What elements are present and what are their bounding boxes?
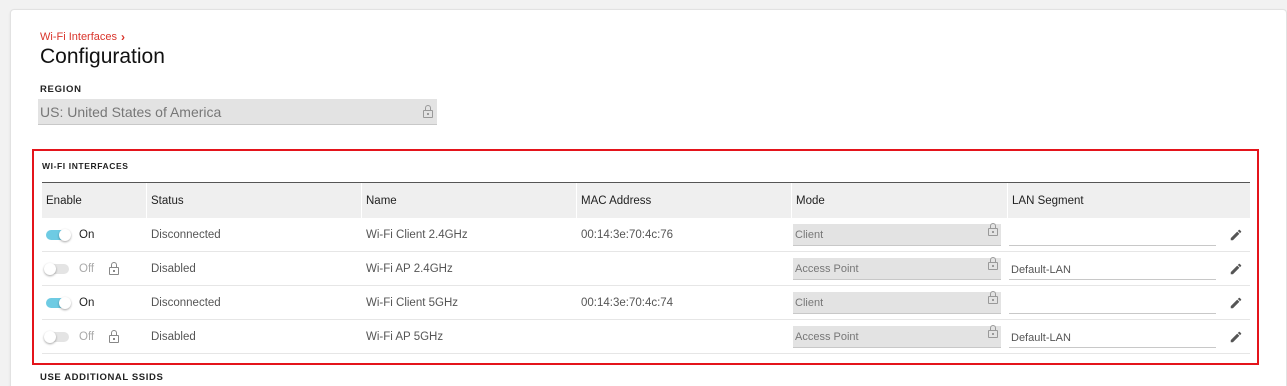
column-header-lan-segment: LAN Segment: [1012, 194, 1084, 207]
lan-segment-field[interactable]: [1009, 226, 1216, 246]
table-row: Off Disabled Wi-Fi AP 5GHz Access Point Defa…: [42, 320, 1250, 354]
status-cell: Disconnected: [151, 228, 221, 241]
pencil-icon[interactable]: [1229, 296, 1243, 310]
page-title: Configuration: [40, 45, 165, 68]
mac-cell: [577, 252, 792, 285]
lan-segment-field[interactable]: Default-LAN: [1009, 328, 1216, 348]
lock-icon: [988, 291, 998, 304]
status-cell: Disabled: [151, 262, 196, 275]
table-row: On Disconnected Wi-Fi Client 2.4GHz 00:14:3…: [42, 218, 1250, 252]
mode-field: Client: [793, 292, 1001, 314]
lock-icon: [423, 105, 433, 118]
toggle-knob: [44, 262, 56, 275]
breadcrumb-link[interactable]: Wi-Fi Interfaces: [40, 31, 117, 43]
column-header-mode: Mode: [792, 183, 1008, 218]
table-header: Enable Status Name MAC Address Mode LAN …: [42, 182, 1250, 218]
status-cell: Disconnected: [151, 296, 221, 309]
lock-icon: [988, 325, 998, 338]
pencil-icon[interactable]: [1229, 228, 1243, 242]
pencil-icon[interactable]: [1229, 262, 1243, 276]
toggle-label: On: [79, 228, 95, 241]
enable-cell: Off: [42, 320, 147, 353]
wifi-interfaces-label: WI-FI INTERFACES: [42, 161, 129, 171]
pencil-icon[interactable]: [1229, 330, 1243, 344]
enable-cell: On: [42, 286, 147, 319]
enable-cell: Off: [42, 252, 147, 285]
column-header-name: Name: [362, 183, 577, 218]
mac-cell: 00:14:3e:70:4c:74: [581, 296, 674, 309]
breadcrumb[interactable]: Wi-Fi Interfaces ›: [40, 31, 125, 43]
chevron-right-icon: ›: [121, 30, 126, 44]
table-body: On Disconnected Wi-Fi Client 2.4GHz 00:14:3…: [42, 218, 1250, 354]
table-row: On Disconnected Wi-Fi Client 5GHz 00:14:3e:…: [42, 286, 1250, 320]
region-field: US: United States of America: [38, 99, 437, 125]
toggle-label: On: [79, 296, 95, 309]
enable-toggle: [44, 330, 69, 343]
name-cell: Wi-Fi AP 5GHz: [366, 330, 444, 343]
mode-field: Access Point: [793, 326, 1001, 348]
column-header-mac-address: MAC Address: [577, 183, 792, 218]
enable-toggle[interactable]: [46, 296, 71, 309]
enable-cell: On: [42, 218, 147, 251]
mac-cell: 00:14:3e:70:4c:76: [581, 228, 674, 241]
toggle-knob: [44, 330, 56, 343]
table-row: Off Disabled Wi-Fi AP 2.4GHz Access Point De…: [42, 252, 1250, 286]
lock-icon: [988, 257, 998, 270]
toggle-label: Off: [79, 262, 95, 275]
status-cell: Disabled: [151, 330, 196, 343]
lan-segment-field[interactable]: Default-LAN: [1009, 260, 1216, 280]
name-cell: Wi-Fi Client 5GHz: [366, 296, 459, 309]
column-header-status: Status: [147, 183, 362, 218]
name-cell: Wi-Fi AP 2.4GHz: [366, 262, 453, 275]
enable-toggle[interactable]: [46, 228, 71, 241]
enable-toggle: [44, 262, 69, 275]
name-cell: Wi-Fi Client 2.4GHz: [366, 228, 468, 241]
mac-cell: [577, 320, 792, 353]
column-header-enable: Enable: [42, 183, 147, 218]
region-label: REGION: [40, 84, 82, 95]
mode-field: Client: [793, 224, 1001, 246]
wifi-interfaces-table: Enable Status Name MAC Address Mode LAN …: [42, 182, 1250, 354]
mode-field: Access Point: [793, 258, 1001, 280]
additional-ssids-label: USE ADDITIONAL SSIDS: [40, 372, 164, 383]
lan-segment-field[interactable]: [1009, 294, 1216, 314]
lock-icon: [988, 223, 998, 236]
toggle-knob: [59, 296, 71, 309]
lock-icon: [109, 262, 120, 275]
toggle-label: Off: [79, 330, 95, 343]
lock-icon: [109, 330, 120, 343]
toggle-knob: [59, 228, 71, 241]
